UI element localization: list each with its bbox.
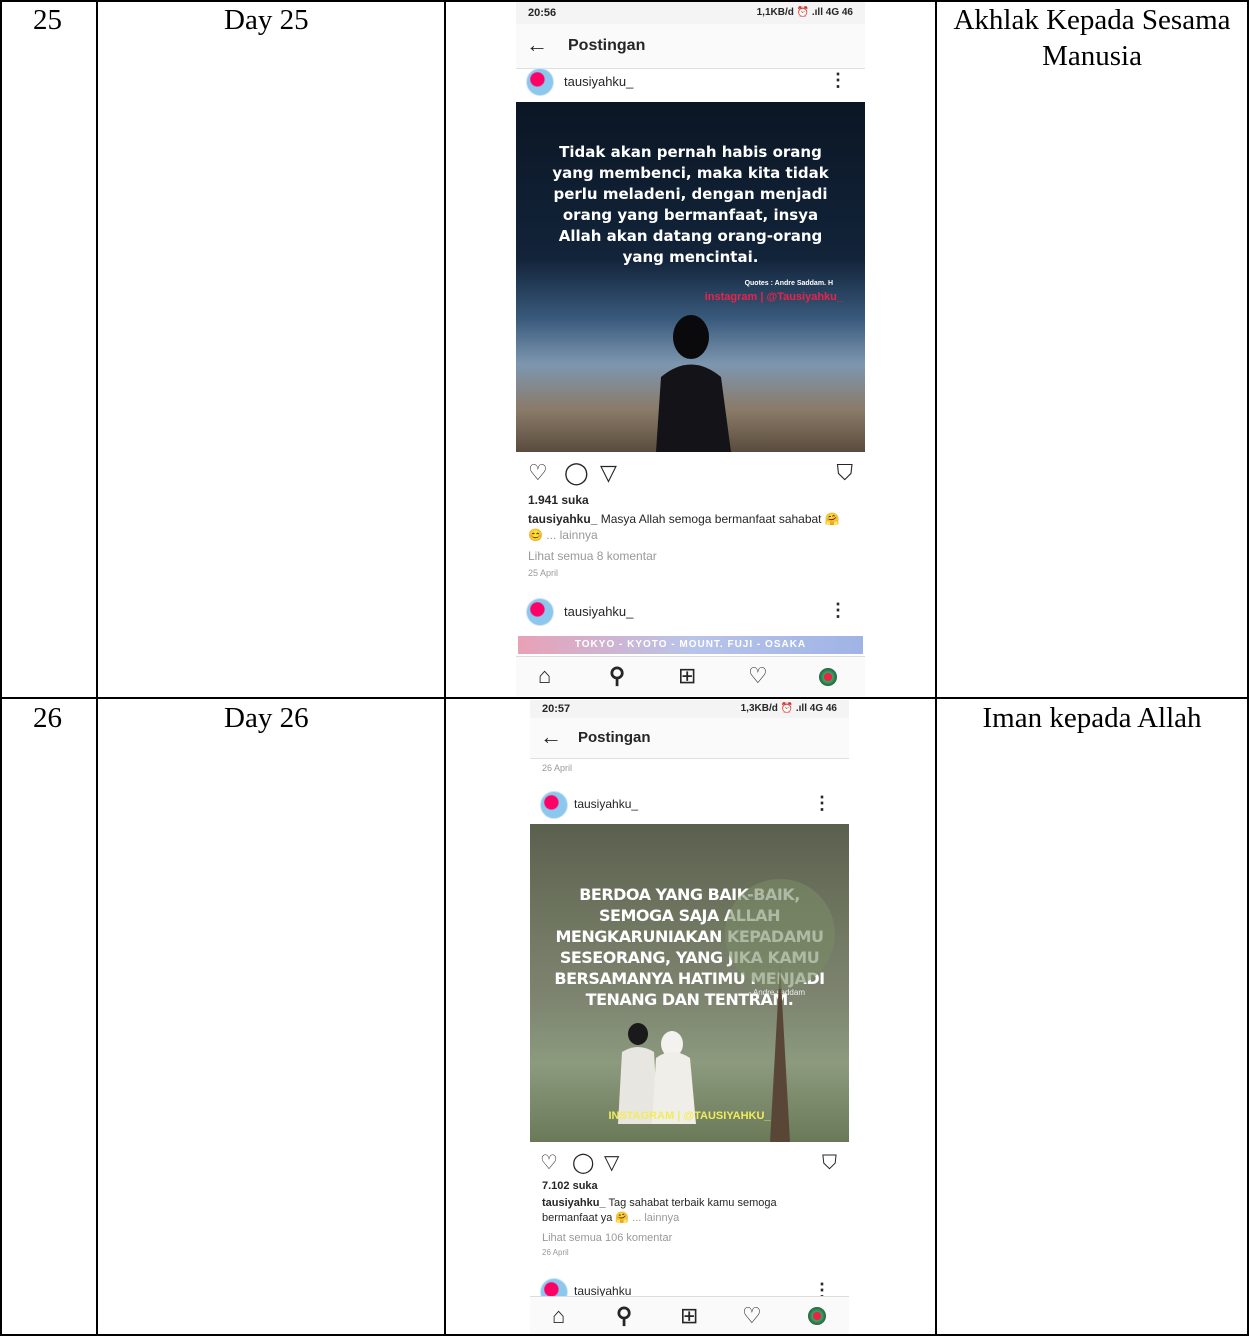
avatar[interactable] bbox=[540, 791, 568, 819]
post-username[interactable]: tausiyahku_ bbox=[574, 797, 638, 811]
app-header: ← Postingan bbox=[530, 718, 849, 759]
post-date: 26 April bbox=[542, 763, 573, 773]
app-header: ← Postingan bbox=[516, 24, 865, 69]
status-network: 1,1KB/d ⏰ .ıll 4G 46 bbox=[756, 7, 853, 18]
caption-more-link[interactable]: ... lainnya bbox=[632, 1212, 679, 1224]
like-count[interactable]: 7.102 suka bbox=[542, 1180, 598, 1192]
bottom-nav: ⌂ ⚲ ⊞ ♡ bbox=[530, 1296, 849, 1334]
day-label: Day 25 bbox=[224, 4, 309, 36]
home-icon[interactable]: ⌂ bbox=[552, 1304, 565, 1328]
post-image[interactable]: Tidak akan pernah habis orang yang membe… bbox=[516, 102, 865, 452]
row-divider bbox=[0, 697, 1249, 699]
bottom-nav: ⌂ ⚲ ⊞ ♡ bbox=[516, 656, 865, 696]
tree bbox=[725, 879, 835, 1142]
post-username[interactable]: tausiyahku_ bbox=[564, 74, 633, 89]
watermark: INSTAGRAM | @TAUSIYAHKU_ bbox=[608, 1110, 771, 1122]
view-comments-link[interactable]: Lihat semua 106 komentar bbox=[542, 1230, 835, 1246]
home-icon[interactable]: ⌂ bbox=[538, 664, 551, 688]
arrow-left-icon[interactable]: ← bbox=[526, 33, 548, 57]
table-border-bottom bbox=[0, 1334, 1249, 1336]
status-network: 1,3KB/d ⏰ .ıll 4G 46 bbox=[740, 703, 837, 714]
comment-icon[interactable]: ◯ bbox=[572, 1150, 594, 1176]
header-title: Postingan bbox=[568, 37, 646, 54]
topic-label: Iman kepada Allah bbox=[982, 702, 1202, 734]
post-actions: ♡ ◯ ▽ ⛉ bbox=[516, 460, 865, 490]
profile-icon[interactable] bbox=[808, 1307, 826, 1325]
heart-icon[interactable]: ♡ bbox=[540, 1150, 558, 1176]
like-count[interactable]: 1.941 suka bbox=[528, 493, 589, 507]
add-post-icon[interactable]: ⊞ bbox=[680, 1304, 698, 1328]
post-header: tausiyahku_ ⋮ bbox=[530, 787, 849, 823]
post-header: tausiyahku_ ⋮ bbox=[516, 64, 865, 100]
day-label: Day 26 bbox=[224, 702, 309, 734]
more-options-icon[interactable]: ⋮ bbox=[813, 793, 831, 814]
instagram-screenshot: 20:57 1,3KB/d ⏰ .ıll 4G 46 ← Postingan 2… bbox=[530, 700, 849, 1334]
status-time: 20:56 bbox=[528, 7, 557, 19]
view-comments-link[interactable]: Lihat semua 8 komentar bbox=[528, 548, 851, 564]
heart-icon[interactable]: ♡ bbox=[742, 1304, 762, 1328]
post-quote: Tidak akan pernah habis orang yang membe… bbox=[552, 143, 829, 266]
col-border bbox=[96, 0, 98, 1336]
row-number: 26 bbox=[33, 702, 62, 734]
bookmark-icon[interactable]: ⛉ bbox=[822, 1150, 837, 1176]
col-border bbox=[0, 0, 2, 1336]
arrow-left-icon[interactable]: ← bbox=[540, 725, 562, 749]
col-border bbox=[444, 0, 446, 1336]
caption-username[interactable]: tausiyahku_ bbox=[528, 512, 597, 526]
comment-icon[interactable]: ◯ bbox=[564, 460, 589, 486]
share-icon[interactable]: ▽ bbox=[604, 1150, 619, 1176]
post-username[interactable]: tausiyahku_ bbox=[564, 604, 633, 619]
post-image[interactable]: BERDOA YANG BAIK-BAIK, SEMOGA SAJA ALLAH… bbox=[530, 824, 849, 1142]
header-title: Postingan bbox=[578, 729, 651, 746]
profile-icon[interactable] bbox=[819, 668, 837, 686]
more-options-icon[interactable]: ⋮ bbox=[829, 70, 847, 91]
status-bar: 20:57 1,3KB/d ⏰ .ıll 4G 46 bbox=[530, 700, 849, 718]
caption-username[interactable]: tausiyahku_ bbox=[542, 1197, 606, 1209]
post-date: 26 April bbox=[542, 1248, 569, 1257]
post-date: 25 April bbox=[528, 568, 559, 578]
share-icon[interactable]: ▽ bbox=[600, 460, 617, 486]
col-border bbox=[935, 0, 937, 1336]
post-caption: tausiyahku_ Masya Allah semoga bermanfaa… bbox=[528, 511, 851, 543]
person-silhouette bbox=[656, 315, 731, 452]
more-options-icon[interactable]: ⋮ bbox=[829, 600, 847, 621]
watermark: instagram | @Tausiyahku_ bbox=[704, 291, 843, 303]
next-post-header: tausiyahku_ ⋮ bbox=[516, 594, 865, 630]
topic-label: Akhlak Kepada Sesama Manusia bbox=[953, 4, 1231, 72]
status-bar: 20:56 1,1KB/d ⏰ .ıll 4G 46 bbox=[516, 2, 865, 24]
bookmark-icon[interactable]: ⛉ bbox=[836, 460, 853, 486]
instagram-screenshot: 20:56 1,1KB/d ⏰ .ıll 4G 46 ← Postingan t… bbox=[516, 2, 865, 696]
search-icon[interactable]: ⚲ bbox=[616, 1304, 632, 1328]
heart-icon[interactable]: ♡ bbox=[748, 664, 768, 688]
post-actions: ♡ ◯ ▽ ⛉ bbox=[530, 1150, 849, 1180]
add-post-icon[interactable]: ⊞ bbox=[678, 664, 696, 688]
avatar[interactable] bbox=[526, 598, 554, 626]
row-number: 25 bbox=[33, 4, 62, 36]
avatar[interactable] bbox=[526, 68, 554, 96]
next-post-banner: TOKYO - KYOTO - MOUNT. FUJI - OSAKA bbox=[518, 636, 863, 654]
quote-credit: Quotes : Andre Saddam. H bbox=[744, 280, 833, 287]
heart-icon[interactable]: ♡ bbox=[528, 460, 548, 486]
post-caption: tausiyahku_ Tag sahabat terbaik kamu sem… bbox=[542, 1196, 835, 1226]
search-icon[interactable]: ⚲ bbox=[609, 664, 625, 688]
couple-figures bbox=[618, 1023, 696, 1124]
status-time: 20:57 bbox=[542, 703, 571, 715]
caption-more-link[interactable]: ... lainnya bbox=[546, 528, 597, 542]
